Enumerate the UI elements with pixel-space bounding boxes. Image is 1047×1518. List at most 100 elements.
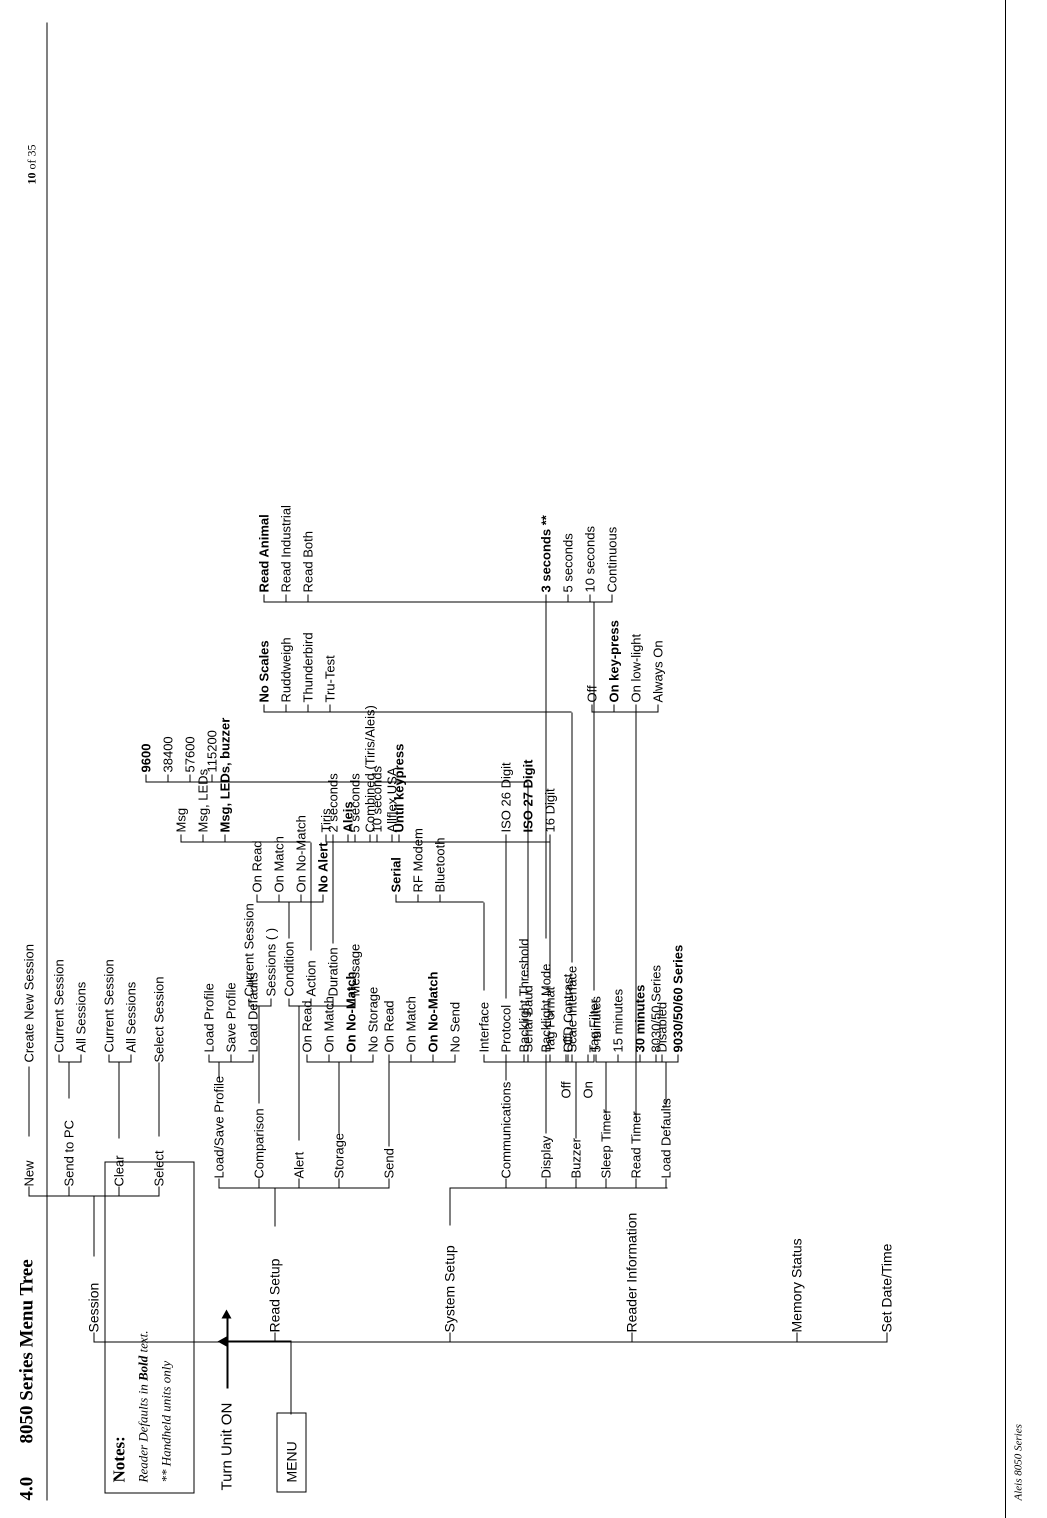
clear-child-all-sessions: All Sessions xyxy=(123,981,138,1052)
dp-child-backlight-mode: Backlight Mode xyxy=(538,963,553,1052)
serial-baud-spine xyxy=(145,781,527,782)
cmp-child-sessions: Sessions ( ) xyxy=(263,927,278,996)
session-new-child-create: Create New Session xyxy=(21,943,36,1063)
bz-tick-0 xyxy=(565,1054,566,1062)
pr-leaf-allflex: Allflex USA xyxy=(384,766,399,832)
ss-tick-4 xyxy=(635,1178,636,1188)
footer-text: Aleis 8050 Series xyxy=(1012,1423,1024,1500)
ss-tick-2 xyxy=(575,1178,576,1188)
if-leaf-serial: Serial xyxy=(388,856,403,892)
tfl-tick-0 xyxy=(263,594,264,602)
level1-label-session: Session xyxy=(85,1282,101,1332)
send-tick-1 xyxy=(58,1054,59,1062)
tfl-leaf-read-both: Read Both xyxy=(300,530,315,592)
rt-leaf-off: Off xyxy=(584,684,599,702)
sleep-timer-spine xyxy=(595,1061,661,1062)
session-connector xyxy=(93,1196,94,1256)
tag-format-connector xyxy=(549,842,550,978)
rotated-diagram-canvas: 4.0 8050 Series Menu Tree 10 of 35 Aleis… xyxy=(0,0,1047,1518)
session-tick-send xyxy=(68,1186,69,1196)
st-tick-0 xyxy=(595,1054,596,1062)
tf-tick-2 xyxy=(549,834,550,842)
session-spine xyxy=(28,1195,158,1196)
page-number-bold: 10 xyxy=(24,172,38,184)
com-child-protocol: Protocol xyxy=(498,1004,513,1052)
act-leaf-msg: Msg xyxy=(173,807,188,832)
cond-leaf-on-no-match: On No-Match xyxy=(293,814,308,892)
session-item-clear: Clear xyxy=(111,1154,126,1186)
st-leaf-15min: 15 minutes xyxy=(610,988,625,1052)
com-child-interface: Interface xyxy=(476,1001,491,1052)
sto-tick-0 xyxy=(306,1054,307,1062)
rs-send-spine xyxy=(388,1061,454,1062)
ss-item-display: Display xyxy=(538,1135,553,1178)
sto-leaf-on-match: On Match xyxy=(321,995,336,1052)
clear-tick-1 xyxy=(108,1054,109,1062)
pr-tick-3 xyxy=(391,834,392,842)
backlight-mode-spine xyxy=(545,601,611,602)
tf-tick-0 xyxy=(505,834,506,842)
level1-tick-read-setup xyxy=(274,1332,275,1342)
interface-connector xyxy=(483,902,484,990)
scale-interface-connector xyxy=(571,712,572,962)
ss-item-sleep-timer: Sleep Timer xyxy=(598,1108,613,1178)
cond-leaf-on-read: On Read xyxy=(249,839,264,892)
si-leaf-no-scales: No Scales xyxy=(256,639,271,702)
tag-filter-connector xyxy=(593,602,594,990)
act-leaf-msg-leds-buzzer: Msg, LEDs, buzzer xyxy=(217,717,232,832)
level1-label-read-setup: Read Setup xyxy=(266,1258,282,1332)
tfl-leaf-read-animal: Read Animal xyxy=(256,513,271,592)
si-tick-3 xyxy=(329,704,330,712)
rs-tick-3 xyxy=(338,1178,339,1188)
act-leaf-msg-leds: Msg, LEDs xyxy=(195,768,210,832)
read-setup-spine xyxy=(218,1187,388,1188)
menu-to-trunk-line xyxy=(290,1342,291,1414)
backlight-mode-connector xyxy=(545,602,546,938)
turn-unit-on-label: Turn Unit ON xyxy=(218,1402,235,1490)
rs-item-storage: Storage xyxy=(331,1132,346,1178)
send-child-current-session: Current Session xyxy=(51,958,66,1052)
session-item-new: New xyxy=(21,1159,36,1186)
storage-spine xyxy=(306,1061,372,1062)
comms-connector xyxy=(505,1062,506,1080)
level1-tick-memory-status xyxy=(796,1332,797,1342)
sb-tick-2 xyxy=(189,774,190,782)
rs-item-comparison: Comparison xyxy=(251,1107,266,1178)
sb-leaf-9600: 9600 xyxy=(138,743,153,772)
cond-leaf-on-match: On Match xyxy=(271,835,286,892)
ss-spine-ext xyxy=(655,1187,667,1188)
lsp-child-save-profile: Save Profile xyxy=(223,981,238,1052)
sb-leaf-115200: 115200 xyxy=(204,729,219,772)
load-defaults-spine xyxy=(655,1061,677,1062)
rs-item-load-save-profile: Load/Save Profile xyxy=(211,1075,226,1178)
pr-leaf-combined: Combined (Tiris/Aleis) xyxy=(362,704,377,832)
st-tick-2 xyxy=(639,1054,640,1062)
tfl-leaf-read-industrial: Read Industrial xyxy=(278,504,293,592)
tf-tick-1 xyxy=(527,834,528,842)
st-tick-1 xyxy=(617,1054,618,1062)
power-arrow-shaft xyxy=(226,1318,228,1388)
sto-tick-1 xyxy=(328,1054,329,1062)
pr-leaf-aleis: Aleis xyxy=(340,800,355,832)
buzzer-spine xyxy=(565,1061,587,1062)
ss-tick-0 xyxy=(505,1178,506,1188)
level1-tick-reader-info xyxy=(631,1332,632,1342)
if-tick-2 xyxy=(439,894,440,902)
tfl-tick-1 xyxy=(285,594,286,602)
tag-filter-spine xyxy=(263,601,593,602)
menu-label: MENU xyxy=(283,1440,299,1482)
sto-leaf-on-no-match: On No-Match xyxy=(343,971,358,1052)
level1-label-set-date-time: Set Date/Time xyxy=(878,1243,894,1332)
cond-tick-3 xyxy=(322,894,323,902)
snd-leaf-on-read: On Read xyxy=(381,999,396,1052)
bm-leaf-5s: 5 seconds xyxy=(560,532,575,592)
rs-tick-1 xyxy=(258,1178,259,1188)
si-leaf-thunderbird: Thunderbird xyxy=(300,631,315,702)
bm-leaf-continuous: Continuous xyxy=(604,526,619,592)
section-number: 4.0 xyxy=(16,1476,37,1500)
if-tick-1 xyxy=(417,894,418,902)
lsp-tick-0 xyxy=(208,1054,209,1062)
page-number: 10 of 35 xyxy=(24,144,38,184)
tfl-tick-2 xyxy=(307,594,308,602)
si-tick-2 xyxy=(307,704,308,712)
